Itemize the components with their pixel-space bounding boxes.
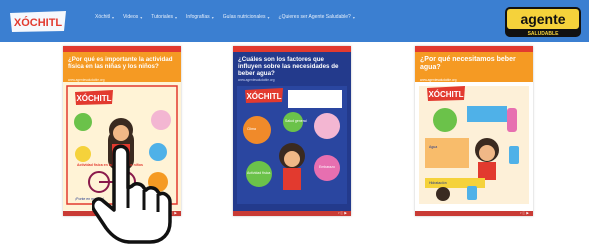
infographic-card-factores-agua[interactable]: ¿Cuáles son los factores que influyen so… — [233, 46, 351, 216]
card-top-strip — [233, 46, 351, 52]
chevron-down-icon: ▾ — [211, 14, 214, 20]
card-social-icons: f ⓘ ▶ — [338, 210, 347, 215]
card-title: ¿Cuáles son los factores que influyen so… — [238, 56, 339, 78]
card-footer — [415, 211, 533, 216]
card-footer — [233, 211, 351, 216]
nav-item-label: Videos — [123, 14, 139, 20]
card-footer — [63, 211, 181, 216]
nav-item-4[interactable]: Guías nutricionales ▾ — [223, 14, 270, 20]
svg-text:XÓCHITL: XÓCHITL — [14, 16, 63, 29]
svg-text:Clima: Clima — [247, 127, 256, 131]
svg-text:XÓCHITL: XÓCHITL — [76, 94, 111, 103]
svg-text:XÓCHITL: XÓCHITL — [428, 90, 463, 99]
card-title: ¿Por qué es importante la actividad físi… — [68, 56, 173, 71]
infographic-card-actividad-fisica[interactable]: ¿Por qué es importante la actividad físi… — [63, 46, 181, 216]
svg-text:Salud general: Salud general — [285, 119, 307, 123]
agente-saludable-badge[interactable]: agente SALUDABLE — [503, 4, 583, 40]
infographic-illustration: XÓCHITL Clima Salud general Embarazo Act… — [237, 86, 347, 204]
svg-text:¡Ponte en marcha!: ¡Ponte en marcha! — [75, 197, 104, 201]
xochitl-logo-icon: XÓCHITL — [10, 11, 66, 32]
nav-item-1[interactable]: Videos ▾ — [123, 14, 142, 20]
svg-text:Actividad física en las niñas: Actividad física en las niñas y los niño… — [77, 163, 143, 167]
svg-text:agente: agente — [520, 11, 565, 27]
chevron-down-icon: ▾ — [140, 14, 143, 20]
chevron-down-icon: ▾ — [112, 14, 115, 20]
top-navbar: XÓCHITL Xóchitl ▾ Videos ▾ Tutoriales ▾ Infogr… — [0, 0, 589, 42]
svg-text:Hidratación: Hidratación — [429, 181, 447, 185]
infographic-card-beber-agua[interactable]: ¿Por qué necesitamos beber agua? www.age… — [415, 46, 533, 216]
nav-item-3[interactable]: Infografías ▾ — [186, 14, 214, 20]
brand-logo[interactable]: XÓCHITL — [8, 7, 68, 35]
nav-item-2[interactable]: Tutoriales ▾ — [151, 14, 177, 20]
svg-text:Actividad física: Actividad física — [247, 171, 270, 175]
nav-item-label: Infografías — [186, 14, 210, 20]
chevron-down-icon: ▾ — [175, 14, 178, 20]
card-title: ¿Por qué necesitamos beber agua? — [420, 56, 516, 71]
chevron-down-icon: ▾ — [352, 14, 355, 20]
card-social-icons: f ⓘ ▶ — [520, 210, 529, 215]
svg-text:XÓCHITL: XÓCHITL — [246, 92, 281, 101]
svg-text:SALUDABLE: SALUDABLE — [528, 31, 559, 37]
nav-item-label: Guías nutricionales — [222, 14, 266, 20]
infographic-illustration: XÓCHITL Agua Hidratación — [419, 86, 529, 204]
nav-item-label: Tutoriales — [151, 14, 174, 20]
agente-saludable-logo-icon: agente SALUDABLE — [505, 7, 581, 37]
nav-item-label: ¿Quieres ser Agente Saludable? — [278, 14, 351, 20]
chevron-down-icon: ▾ — [267, 14, 270, 20]
card-social-icons: f ⓘ ▶ — [168, 210, 177, 215]
svg-text:Agua: Agua — [429, 145, 437, 149]
nav-item-0[interactable]: Xóchitl ▾ — [95, 14, 114, 20]
nav-item-5[interactable]: ¿Quieres ser Agente Saludable? ▾ — [279, 14, 355, 20]
nav-item-label: Xóchitl — [95, 14, 111, 20]
infographic-illustration: XÓCHITL Actividad física en las niñas y … — [63, 82, 181, 210]
main-menu: Xóchitl ▾ Videos ▾ Tutoriales ▾ Infografías ▾ Gu… — [95, 14, 364, 20]
svg-text:Embarazo: Embarazo — [319, 165, 335, 169]
